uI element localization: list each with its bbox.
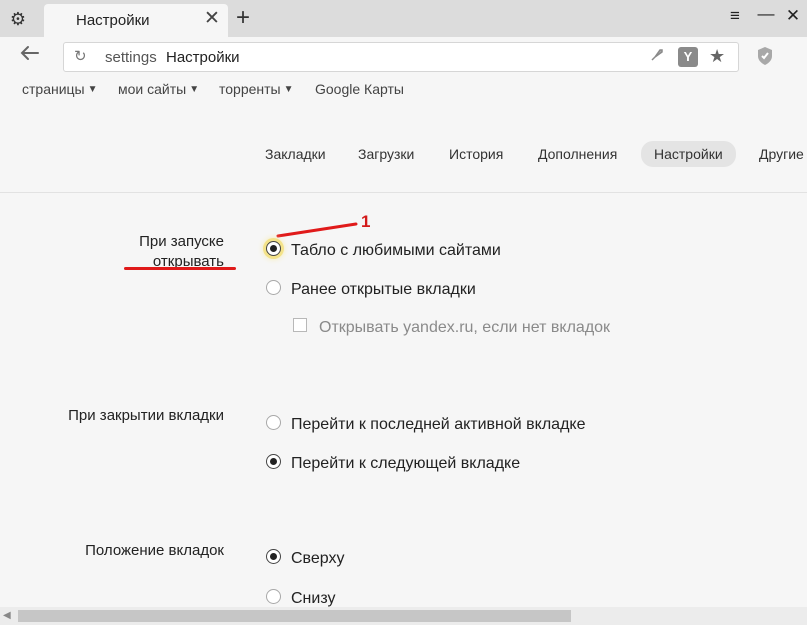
horizontal-scrollbar[interactable]: ◀ (0, 607, 807, 625)
yandex-protect-icon[interactable]: Y (678, 47, 698, 67)
minimize-button[interactable]: — (756, 4, 776, 24)
section-label-tab-position: Положение вкладок (85, 542, 224, 559)
gear-icon[interactable]: ⚙ (6, 7, 30, 31)
option-label[interactable]: Сверху (291, 550, 345, 568)
scrollbar-thumb[interactable] (18, 610, 571, 622)
tab-close-icon[interactable]: ✕ (204, 9, 220, 29)
label-line: При запуске (139, 233, 224, 250)
tab-settings[interactable]: Настройки ✕ (44, 4, 228, 37)
bookmark-label: мои сайты (118, 81, 187, 97)
bookmark-folder-my-sites[interactable]: мои сайты ▼ (118, 81, 199, 97)
option-label[interactable]: Снизу (291, 590, 335, 608)
menu-icon[interactable]: ≡ (725, 6, 745, 26)
radio-position-bottom[interactable] (266, 589, 281, 604)
url-title: Настройки (166, 49, 240, 66)
radio-close-next-tab[interactable] (266, 454, 281, 469)
radio-position-top[interactable] (266, 549, 281, 564)
tab-title: Настройки (76, 12, 150, 29)
close-window-button[interactable]: ✕ (783, 6, 803, 26)
option-label[interactable]: Ранее открытые вкладки (291, 281, 476, 299)
chevron-down-icon: ▼ (283, 84, 294, 95)
option-label[interactable]: Табло с любимыми сайтами (291, 242, 501, 260)
star-icon[interactable]: ★ (709, 46, 725, 67)
reload-icon[interactable]: ↻ (74, 47, 87, 65)
bookmark-folder-pages[interactable]: страницы ▼ (22, 81, 98, 97)
option-label[interactable]: Открывать yandex.ru, если нет вкладок (319, 319, 610, 337)
back-arrow-icon[interactable] (20, 44, 40, 67)
address-bar[interactable]: ↻ settings Настройки Y ★ (63, 42, 739, 72)
section-label-startup: При запуске открывать (100, 232, 224, 272)
radio-startup-tableau[interactable] (266, 241, 281, 256)
option-label[interactable]: Перейти к следующей вкладке (291, 455, 520, 473)
nav-addons[interactable]: Дополнения (538, 146, 617, 162)
red-pointer-annotation (276, 222, 358, 238)
option-label[interactable]: Перейти к последней активной вкладке (291, 416, 585, 434)
red-underline-annotation (124, 267, 236, 270)
chevron-down-icon: ▼ (189, 84, 200, 95)
checkbox-open-yandex[interactable] (293, 318, 307, 332)
nav-history[interactable]: История (449, 146, 503, 162)
nav-bookmarks[interactable]: Закладки (265, 146, 326, 162)
nav-settings[interactable]: Настройки (641, 141, 736, 167)
bookmark-folder-torrents[interactable]: торренты ▼ (219, 81, 294, 97)
bookmark-label: страницы (22, 81, 85, 97)
shield-icon[interactable] (756, 46, 774, 71)
chevron-down-icon: ▼ (87, 84, 98, 95)
annotation-number: 1 (361, 212, 371, 231)
url-scheme: settings (105, 49, 157, 66)
scroll-left-icon[interactable]: ◀ (3, 610, 11, 621)
bookmark-label: Google Карты (315, 81, 404, 97)
divider (0, 192, 807, 193)
radio-close-last-active[interactable] (266, 415, 281, 430)
radio-startup-previous-tabs[interactable] (266, 280, 281, 295)
bookmark-google-maps[interactable]: Google Карты (315, 81, 404, 97)
bookmark-label: торренты (219, 81, 281, 97)
section-label-tab-close: При закрытии вкладки (68, 407, 224, 424)
rocket-icon[interactable] (649, 47, 665, 67)
nav-other[interactable]: Другие (759, 146, 804, 162)
nav-downloads[interactable]: Загрузки (358, 146, 414, 162)
new-tab-button[interactable]: + (236, 4, 250, 32)
